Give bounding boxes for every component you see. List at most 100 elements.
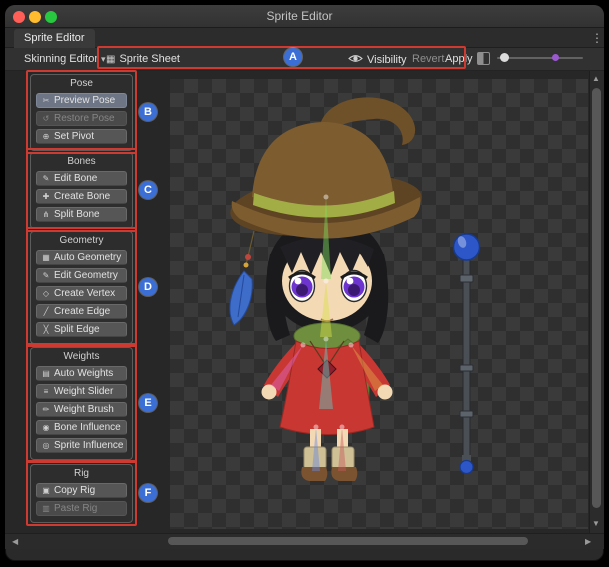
window-title: Sprite Editor (0, 5, 599, 28)
overflow-menu-icon[interactable]: ⋮ (590, 29, 604, 48)
panel-pose-title: Pose (35, 78, 128, 90)
create-edge-icon: ╱ (41, 307, 51, 316)
scroll-right-icon[interactable]: ▶ (585, 537, 591, 547)
edit-geometry-button[interactable]: ✎ Edit Geometry (36, 268, 127, 283)
auto-geometry-label: Auto Geometry (54, 252, 121, 263)
boots (301, 429, 357, 481)
annotation-badge-b: B (139, 103, 157, 121)
sprite-sheet-grid-icon: ▦ (106, 54, 115, 65)
bone-influence-icon: ◉ (41, 423, 51, 432)
panel-weights: Weights ▤ Auto Weights ≡ Weight Slider ✏… (30, 347, 133, 460)
set-pivot-icon: ⊕ (41, 132, 51, 141)
apply-button[interactable]: Apply (445, 53, 473, 65)
annotation-badge-c: C (139, 181, 157, 199)
paste-rig-label: Paste Rig (54, 503, 97, 514)
paste-rig-icon: ▥ (41, 504, 51, 513)
visibility-label: Visibility (367, 54, 407, 66)
split-bone-label: Split Bone (54, 209, 100, 220)
weight-slider-icon: ≡ (41, 387, 51, 396)
character-sprite (228, 97, 424, 481)
feather-charm (230, 231, 254, 325)
sprite-influence-button[interactable]: ◎ Sprite Influence (36, 438, 127, 453)
sprite-influence-label: Sprite Influence (54, 440, 124, 451)
auto-weights-button[interactable]: ▤ Auto Weights (36, 366, 127, 381)
staff-sprite (454, 234, 480, 474)
split-edge-button[interactable]: ╳ Split Edge (36, 322, 127, 337)
scroll-left-icon[interactable]: ◀ (12, 537, 18, 547)
auto-geometry-icon: ▦ (41, 253, 51, 262)
weight-brush-icon: ✏ (41, 405, 51, 414)
minimize-window-button[interactable] (29, 11, 41, 23)
create-edge-label: Create Edge (54, 306, 110, 317)
weight-brush-button[interactable]: ✏ Weight Brush (36, 402, 127, 417)
preview-pose-button[interactable]: ✂ Preview Pose (36, 93, 127, 108)
set-pivot-label: Set Pivot (54, 131, 94, 142)
tab-strip (5, 28, 604, 48)
edit-bone-label: Edit Bone (54, 173, 97, 184)
overlay-toggle-icon[interactable] (477, 52, 490, 65)
bone-influence-label: Bone Influence (54, 422, 121, 433)
panel-geometry: Geometry ▦ Auto Geometry ✎ Edit Geometry… (30, 231, 133, 344)
panel-geometry-title: Geometry (35, 235, 128, 247)
annotation-badge-e: E (139, 394, 157, 412)
secondary-slider-knob[interactable] (552, 54, 559, 61)
create-vertex-button[interactable]: ◇ Create Vertex (36, 286, 127, 301)
auto-weights-icon: ▤ (41, 369, 51, 378)
panel-weights-title: Weights (35, 351, 128, 363)
horizontal-scrollbar-thumb[interactable] (168, 537, 528, 545)
create-bone-icon: ✚ (41, 192, 51, 201)
panel-bones: Bones ✎ Edit Bone ✚ Create Bone ⋔ Split … (30, 152, 133, 229)
copy-rig-label: Copy Rig (54, 485, 95, 496)
auto-weights-label: Auto Weights (54, 368, 113, 379)
panel-rig-title: Rig (35, 468, 128, 480)
sprite-canvas[interactable] (170, 79, 588, 529)
bone-influence-button[interactable]: ◉ Bone Influence (36, 420, 127, 435)
restore-pose-button[interactable]: ↺ Restore Pose (36, 111, 127, 126)
preview-pose-label: Preview Pose (54, 95, 115, 106)
scroll-down-icon[interactable]: ▼ (592, 519, 600, 529)
visibility-button[interactable]: Visibility (348, 53, 407, 67)
weight-brush-label: Weight Brush (54, 404, 114, 415)
preview-pose-icon: ✂ (41, 96, 51, 105)
zoom-window-button[interactable] (45, 11, 57, 23)
split-edge-icon: ╳ (41, 325, 51, 334)
create-vertex-icon: ◇ (41, 289, 51, 298)
skinning-editor-label: Skinning Editor (24, 53, 98, 65)
zoom-slider-knob[interactable] (500, 53, 509, 62)
copy-rig-button[interactable]: ▣ Copy Rig (36, 483, 127, 498)
sprite-influence-icon: ◎ (41, 441, 51, 450)
scroll-up-icon[interactable]: ▲ (592, 74, 600, 84)
panel-rig: Rig ▣ Copy Rig ▥ Paste Rig (30, 464, 133, 523)
eye-icon (348, 53, 363, 67)
revert-button[interactable]: Revert (412, 53, 444, 65)
tab-sprite-editor[interactable]: Sprite Editor (14, 29, 95, 48)
set-pivot-button[interactable]: ⊕ Set Pivot (36, 129, 127, 144)
sprite-sheet-button[interactable]: ▦ Sprite Sheet (106, 53, 180, 65)
split-bone-button[interactable]: ⋔ Split Bone (36, 207, 127, 222)
edit-bone-button[interactable]: ✎ Edit Bone (36, 171, 127, 186)
vertical-scrollbar-thumb[interactable] (592, 88, 601, 508)
create-bone-button[interactable]: ✚ Create Bone (36, 189, 127, 204)
sprite-sheet-label: Sprite Sheet (119, 53, 180, 65)
create-vertex-label: Create Vertex (54, 288, 115, 299)
panel-pose: Pose ✂ Preview Pose ↺ Restore Pose ⊕ Set… (30, 74, 133, 151)
skinning-editor-dropdown[interactable]: Skinning Editor▾ (24, 53, 106, 65)
canvas-artwork (170, 79, 588, 529)
edit-geometry-icon: ✎ (41, 271, 51, 280)
chevron-down-icon: ▾ (101, 54, 106, 64)
restore-pose-label: Restore Pose (54, 113, 115, 124)
create-bone-label: Create Bone (54, 191, 110, 202)
copy-rig-icon: ▣ (41, 486, 51, 495)
annotation-badge-a: A (284, 48, 302, 66)
zoom-slider[interactable] (497, 57, 583, 59)
split-edge-label: Split Edge (54, 324, 100, 335)
create-edge-button[interactable]: ╱ Create Edge (36, 304, 127, 319)
weight-slider-label: Weight Slider (54, 386, 113, 397)
weight-slider-button[interactable]: ≡ Weight Slider (36, 384, 127, 399)
paste-rig-button[interactable]: ▥ Paste Rig (36, 501, 127, 516)
sprite-editor-window: Sprite Editor Sprite Editor ⋮ Skinning E… (0, 0, 609, 567)
split-bone-icon: ⋔ (41, 210, 51, 219)
edit-bone-icon: ✎ (41, 174, 51, 183)
auto-geometry-button[interactable]: ▦ Auto Geometry (36, 250, 127, 265)
close-window-button[interactable] (13, 11, 25, 23)
